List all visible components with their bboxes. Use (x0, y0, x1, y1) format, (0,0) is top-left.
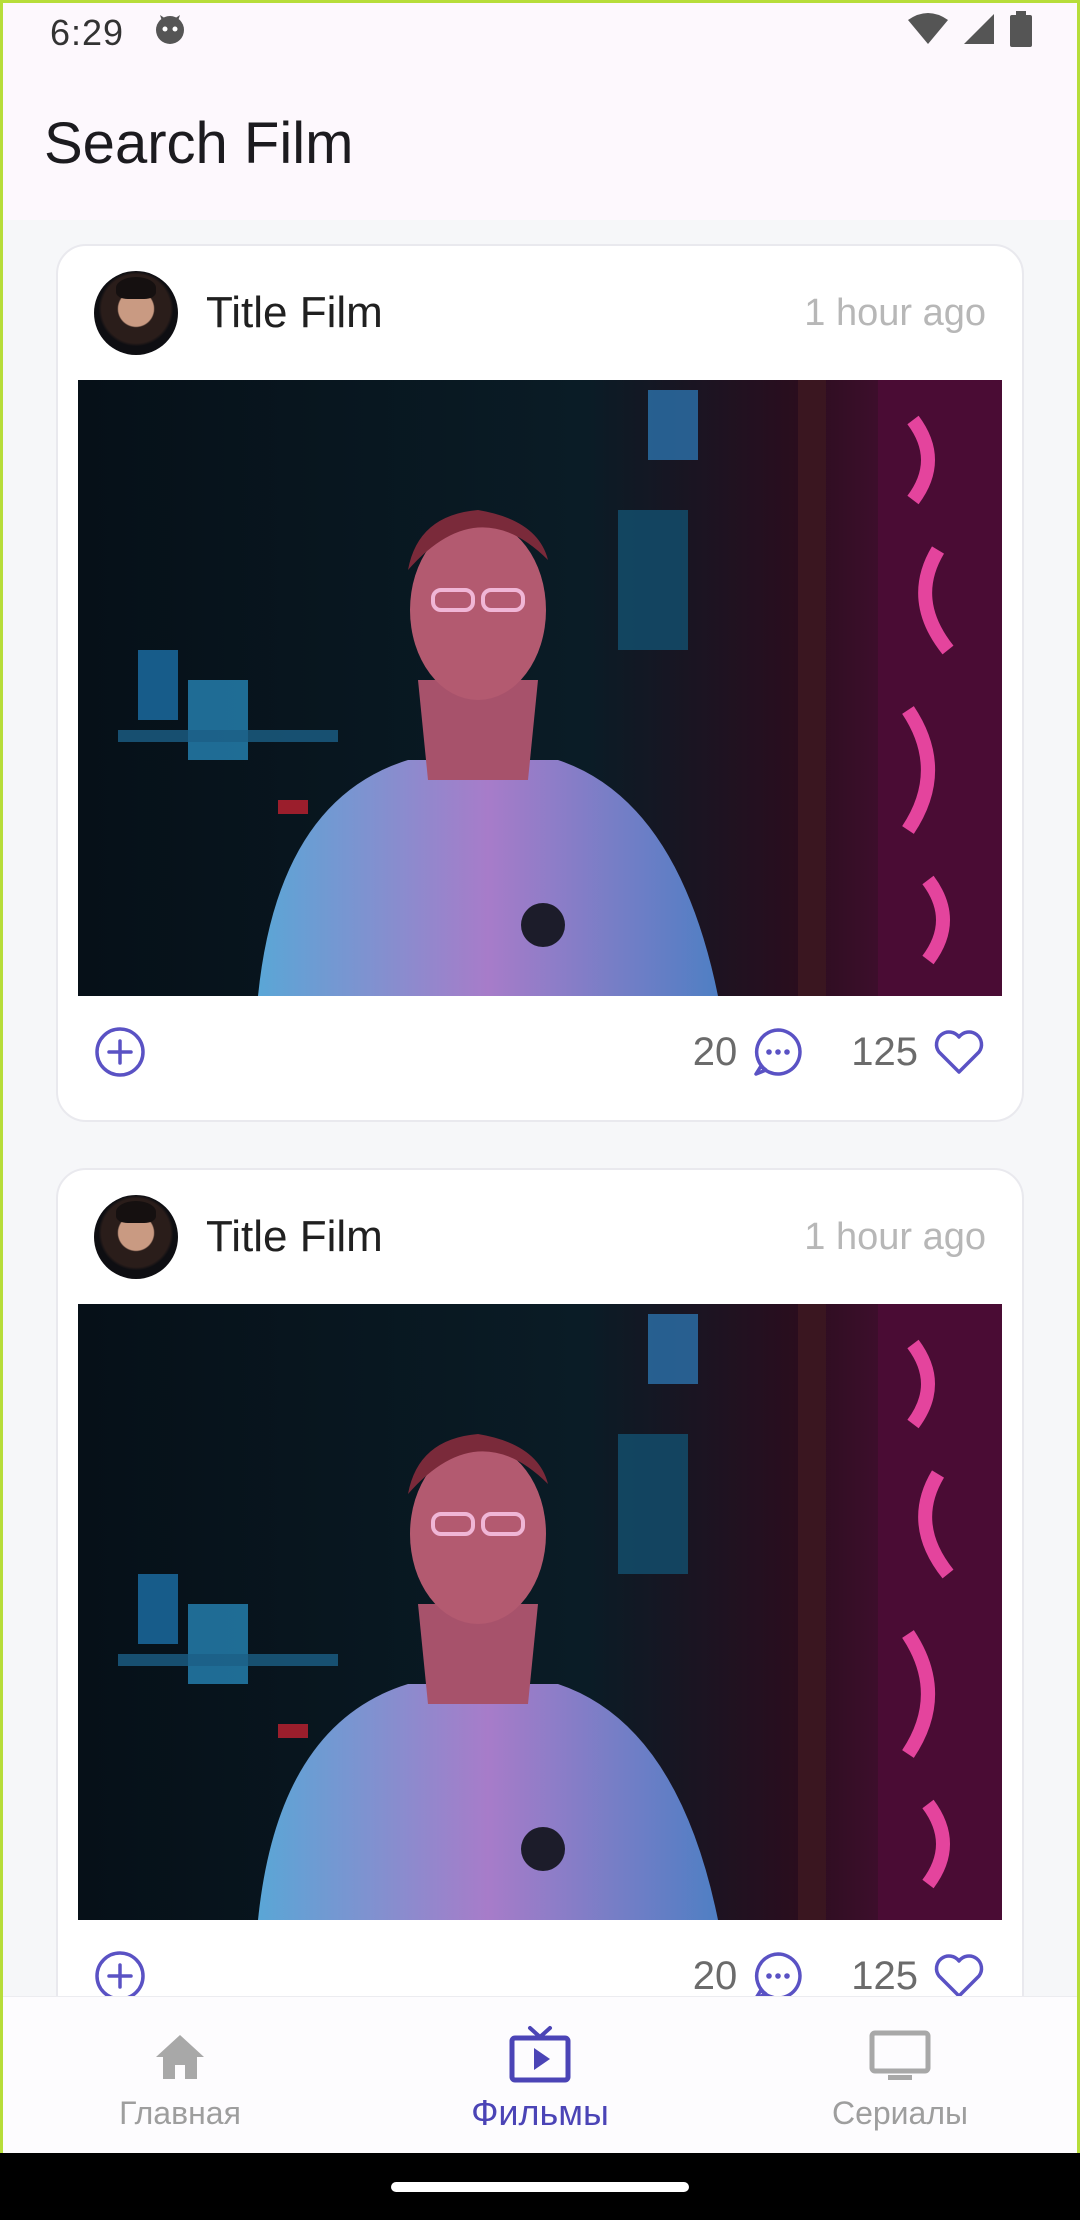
film-title[interactable]: Title Film (206, 1212, 383, 1262)
nav-label-films: Фильмы (471, 2092, 609, 2133)
signal-icon (962, 12, 996, 55)
add-circle-icon[interactable] (94, 1950, 146, 2002)
heart-icon[interactable] (932, 1949, 986, 2003)
film-card[interactable]: Title Film 1 hour ago 20 125 (56, 1168, 1024, 2046)
comment-icon[interactable] (751, 1025, 805, 1079)
comments-stat[interactable]: 20 (693, 1025, 806, 1079)
home-icon (148, 2025, 212, 2089)
comment-count: 20 (692, 1029, 738, 1074)
comment-icon[interactable] (751, 1949, 805, 2003)
film-poster-image[interactable] (78, 380, 1002, 996)
likes-stat[interactable]: 125 (851, 1949, 986, 2003)
avatar[interactable] (94, 271, 178, 355)
card-header: Title Film 1 hour ago (58, 246, 1022, 380)
post-time: 1 hour ago (804, 1215, 986, 1258)
monitor-icon (868, 2025, 932, 2089)
film-poster-image[interactable] (78, 1304, 1002, 1920)
film-card[interactable]: Title Film 1 hour ago 20 125 (56, 244, 1024, 1122)
notification-icon (152, 11, 188, 56)
nav-label-home: Главная (119, 2094, 241, 2131)
avatar[interactable] (94, 1195, 178, 1279)
card-footer: 20 125 (58, 996, 1022, 1108)
battery-icon (1010, 10, 1032, 56)
page-title: Search Film (44, 110, 354, 176)
app-bar: Search Film (0, 66, 1080, 220)
add-circle-icon[interactable] (94, 1026, 146, 1078)
likes-stat[interactable]: 125 (851, 1025, 986, 1079)
gesture-bar (0, 2153, 1080, 2220)
film-title[interactable]: Title Film (206, 288, 383, 338)
post-time: 1 hour ago (804, 291, 986, 334)
heart-icon[interactable] (932, 1025, 986, 1079)
tv-play-icon (508, 2022, 572, 2086)
comment-count: 20 (692, 1953, 738, 1998)
nav-label-series: Сериалы (831, 2094, 969, 2131)
like-count: 125 (851, 1029, 918, 1074)
nav-item-films[interactable]: Фильмы (360, 1997, 720, 2153)
nav-item-home[interactable]: Главная (0, 1997, 360, 2153)
home-gesture-handle[interactable] (391, 2181, 689, 2192)
wifi-icon (908, 12, 948, 55)
like-count: 125 (851, 1953, 918, 1998)
status-time: 6:29 (50, 12, 125, 53)
nav-item-series[interactable]: Сериалы (720, 1997, 1080, 2153)
status-bar: 6:29 (0, 0, 1080, 66)
card-header: Title Film 1 hour ago (58, 1170, 1022, 1304)
bottom-navigation: Главная Фильмы Сериалы (0, 1996, 1080, 2153)
comments-stat[interactable]: 20 (693, 1949, 806, 2003)
